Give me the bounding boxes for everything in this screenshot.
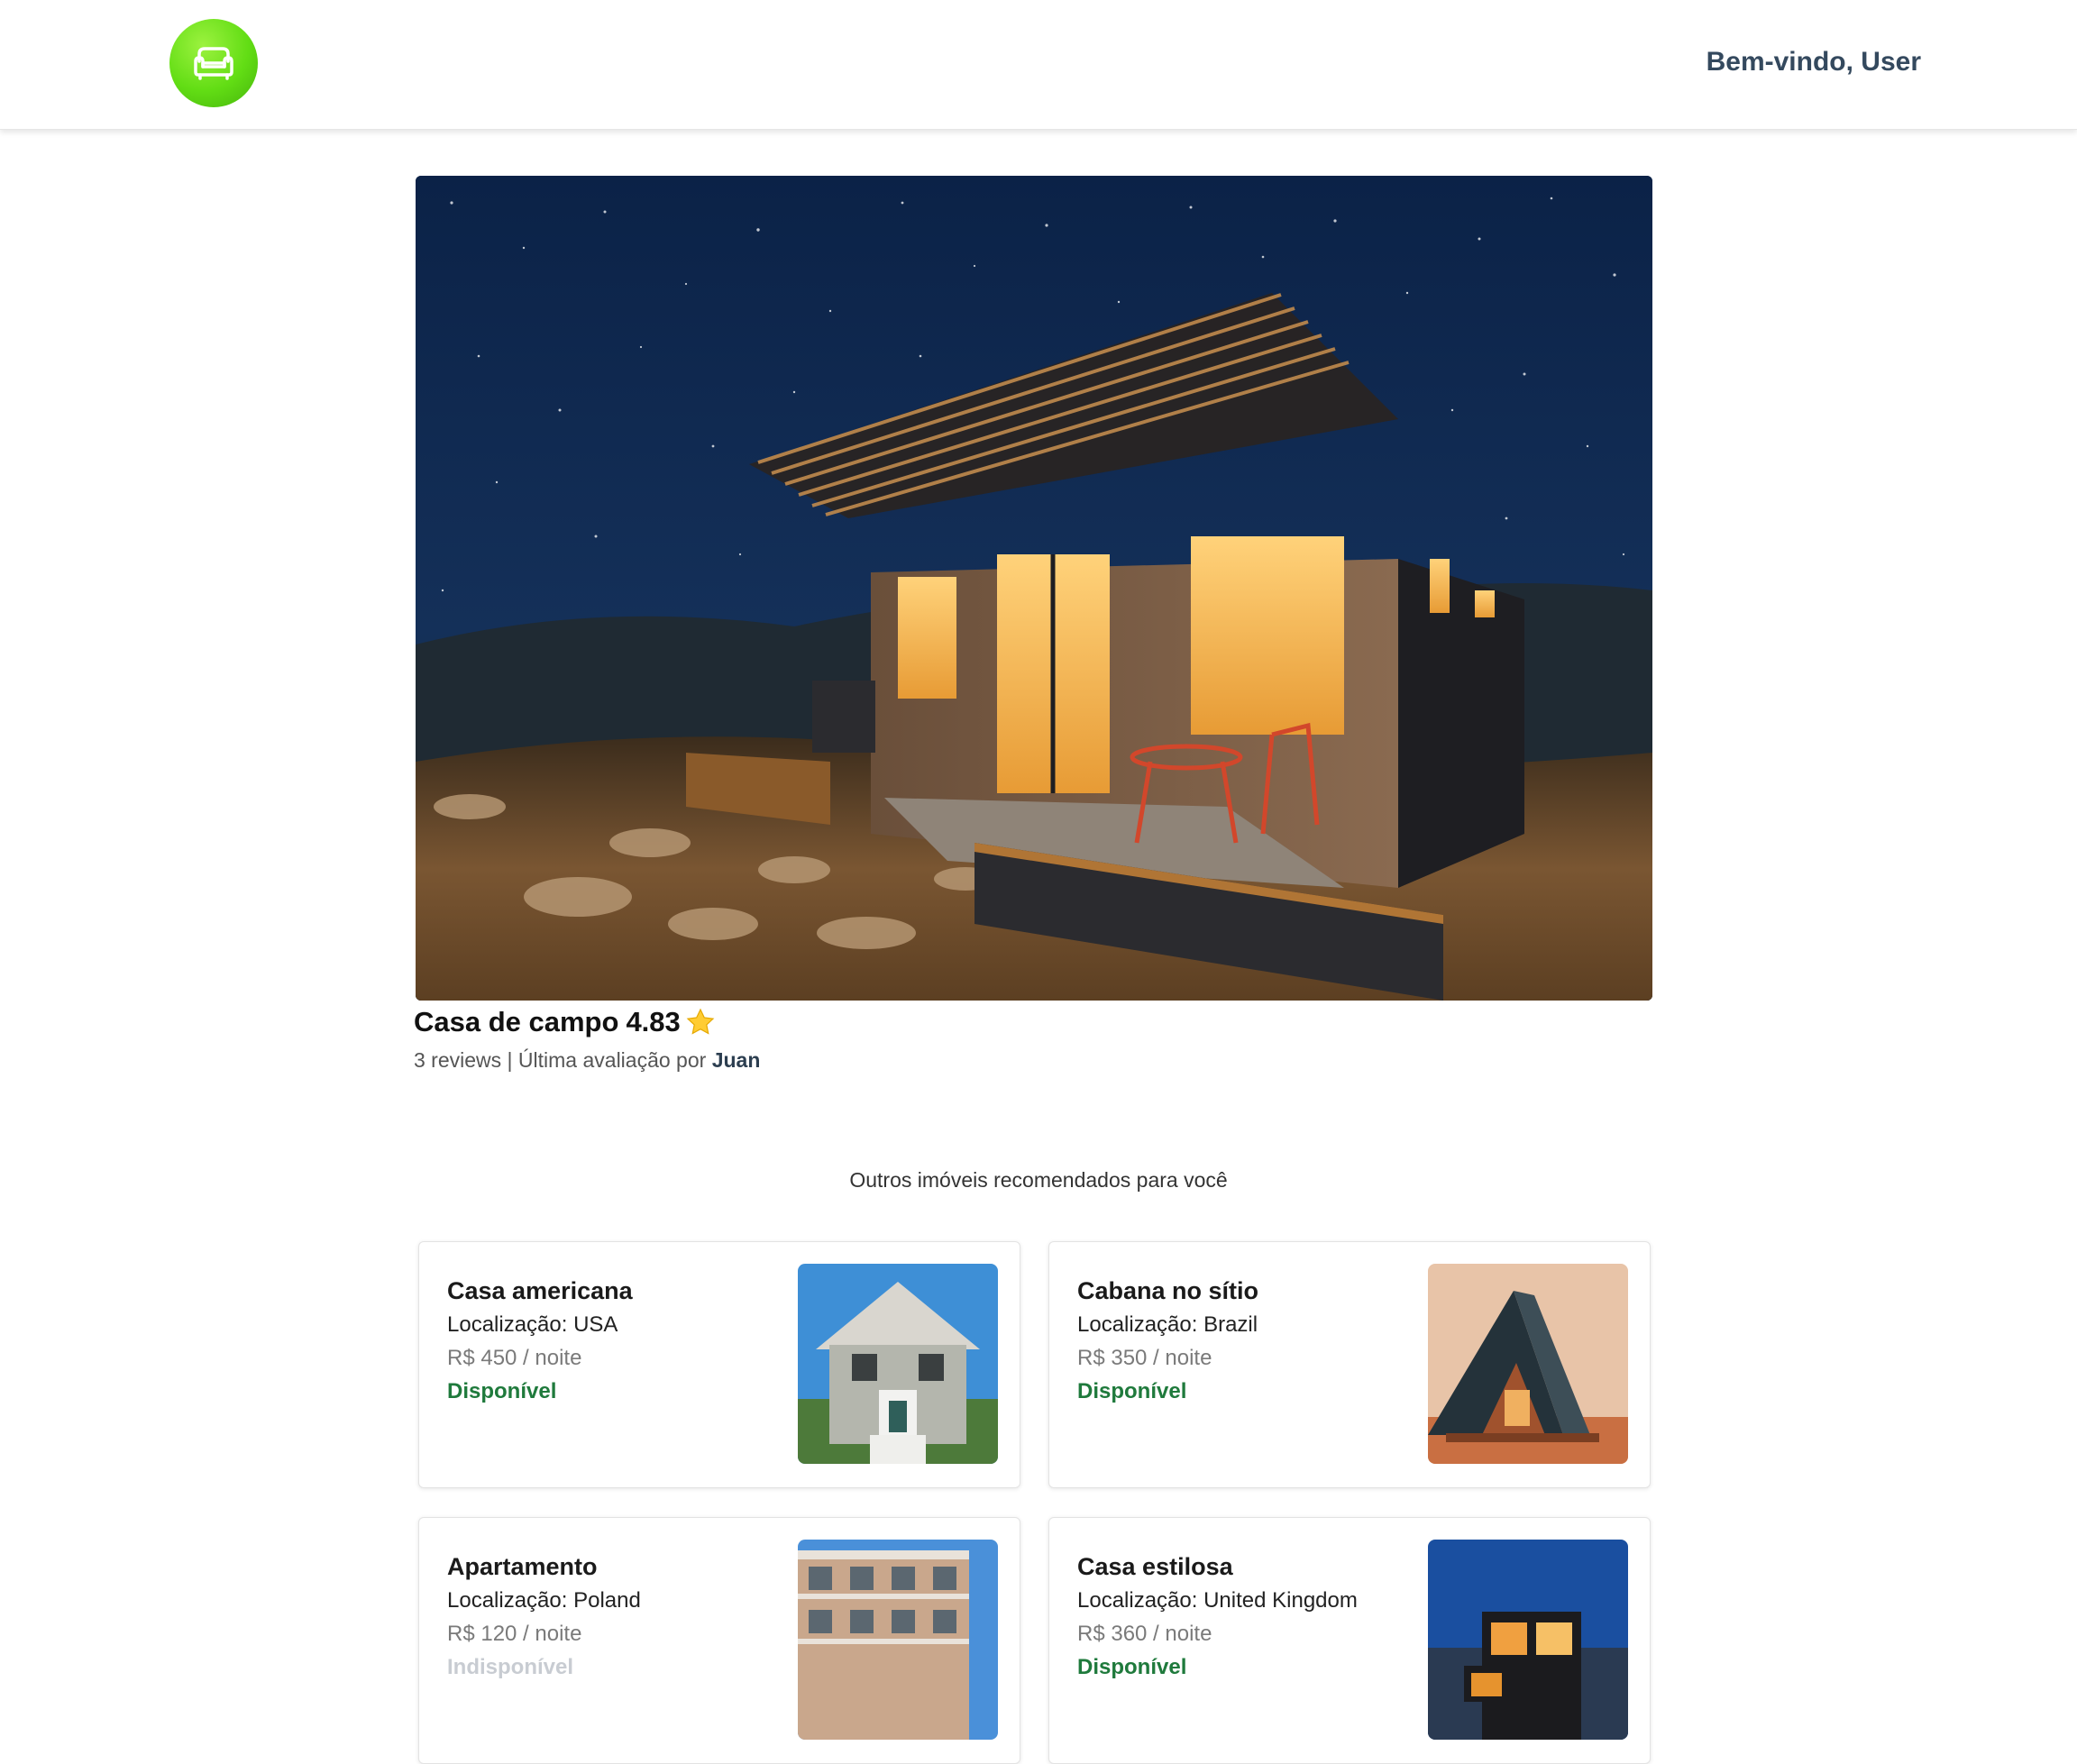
card-title: Apartamento xyxy=(447,1553,598,1580)
welcome-message: Bem-vindo, User xyxy=(1706,47,1921,77)
card-status: Indisponível xyxy=(447,1655,574,1679)
last-review-label: Última avaliação por xyxy=(517,1048,707,1072)
modern-house-photo xyxy=(1428,1540,1628,1740)
card-price: R$ 350 / noite xyxy=(1077,1346,1212,1370)
star-icon xyxy=(686,1008,715,1035)
review-separator: | xyxy=(507,1048,513,1072)
card-thumbnail xyxy=(798,1540,998,1740)
recommendation-card[interactable]: Cabana no sítio Localização: Brazil R$ 3… xyxy=(1048,1241,1651,1488)
card-price: R$ 360 / noite xyxy=(1077,1622,1212,1646)
card-title: Casa estilosa xyxy=(1077,1553,1233,1580)
card-status: Disponível xyxy=(1077,1379,1187,1403)
card-location: Localização: United Kingdom xyxy=(1077,1588,1358,1613)
property-title: Casa de campo 4.83 xyxy=(414,1006,715,1038)
top-header: Bem-vindo, User xyxy=(0,0,2077,130)
card-title: Cabana no sítio xyxy=(1077,1277,1259,1304)
reviews-count[interactable]: 3 reviews xyxy=(414,1048,501,1072)
recommendations-heading: Outros imóveis recomendados para você xyxy=(849,1168,1228,1192)
sofa-icon xyxy=(194,47,233,80)
card-location: Localização: USA xyxy=(447,1312,618,1337)
apartment-building-photo xyxy=(798,1540,998,1740)
last-reviewer-name: Juan xyxy=(711,1048,761,1072)
property-rating: 4.83 xyxy=(626,1006,681,1037)
card-thumbnail xyxy=(798,1264,998,1464)
card-price: R$ 120 / noite xyxy=(447,1622,582,1646)
cabin-night-photo xyxy=(416,176,1652,1001)
card-location: Localização: Poland xyxy=(447,1588,641,1613)
recommendation-card[interactable]: Casa estilosa Localização: United Kingdo… xyxy=(1048,1517,1651,1764)
card-thumbnail xyxy=(1428,1264,1628,1464)
card-status: Disponível xyxy=(447,1379,557,1403)
card-title: Casa americana xyxy=(447,1277,633,1304)
american-house-photo xyxy=(798,1264,998,1464)
card-thumbnail xyxy=(1428,1540,1628,1740)
a-frame-cabin-photo xyxy=(1428,1264,1628,1464)
property-review-summary: 3 reviews | Última avaliação por Juan xyxy=(414,1048,760,1073)
card-price: R$ 450 / noite xyxy=(447,1346,582,1370)
recommendation-card[interactable]: Casa americana Localização: USA R$ 450 /… xyxy=(418,1241,1020,1488)
card-location: Localização: Brazil xyxy=(1077,1312,1258,1337)
property-hero-image xyxy=(416,176,1652,1001)
property-name: Casa de campo xyxy=(414,1006,619,1037)
logo-button[interactable] xyxy=(169,19,258,107)
recommendation-card[interactable]: Apartamento Localização: Poland R$ 120 /… xyxy=(418,1517,1020,1764)
card-status: Disponível xyxy=(1077,1655,1187,1679)
